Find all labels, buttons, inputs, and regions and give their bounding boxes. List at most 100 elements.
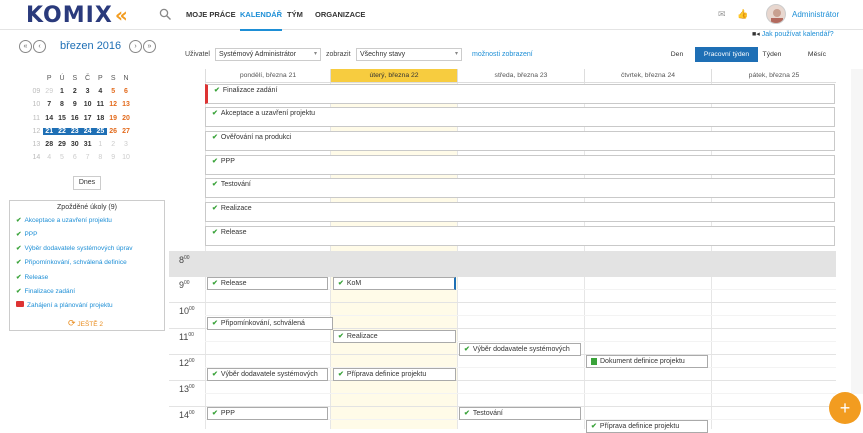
allday-event[interactable]: ✔ PPP	[205, 155, 835, 175]
mini-day[interactable]: 4	[43, 154, 56, 161]
mini-day[interactable]: 4	[94, 88, 107, 95]
mini-day[interactable]: 18	[94, 115, 107, 122]
mini-day[interactable]: 9	[68, 101, 81, 108]
mini-day[interactable]: 6	[120, 88, 133, 95]
timed-event[interactable]: ✔ Výběr dodavatele systémových	[459, 343, 581, 356]
timed-event[interactable]: Dokument definice projektu	[586, 355, 708, 368]
late-task-item[interactable]: ✔ Release	[16, 273, 48, 281]
mini-day[interactable]: 21	[42, 127, 56, 135]
late-task-item[interactable]: ✔ Finalizace zadání	[16, 287, 75, 295]
mini-day[interactable]: 7	[43, 101, 56, 108]
mini-day[interactable]: 27	[120, 128, 133, 135]
mini-day[interactable]: 1	[56, 88, 69, 95]
mini-day[interactable]: 3	[120, 141, 133, 148]
timed-event[interactable]: ✔ KoM	[333, 277, 456, 290]
day-header-today[interactable]: úterý, března 22	[330, 69, 457, 83]
mini-day[interactable]: 14	[43, 115, 56, 122]
view-options-link[interactable]: možnosti zobrazení	[472, 51, 533, 58]
mini-day[interactable]: 2	[68, 88, 81, 95]
day-header[interactable]: pátek, března 25	[711, 69, 836, 83]
allday-event[interactable]: ✔ Testování	[205, 178, 835, 198]
today-button[interactable]: Dnes	[73, 176, 101, 190]
user-name[interactable]: Administrátor	[792, 10, 839, 19]
mini-day[interactable]: 29	[56, 141, 69, 148]
mini-calendar-week: 09 29 1 2 3 4 5 6	[30, 85, 132, 98]
mini-day[interactable]: 30	[68, 141, 81, 148]
late-task-item[interactable]: ✔ Výběr dodavatele systémových úprav	[16, 244, 132, 252]
view-workweek-button[interactable]: Pracovní týden	[695, 47, 758, 62]
help-link[interactable]: ■◂ Jak používat kalendář?	[752, 30, 834, 38]
late-task-item[interactable]: ✔ Akceptace a uzavření projektu	[16, 216, 112, 224]
next-month-button[interactable]: ›	[129, 40, 142, 53]
mini-day[interactable]: 12	[107, 101, 120, 108]
mini-day[interactable]: 31	[81, 141, 94, 148]
mini-day[interactable]: 28	[43, 141, 56, 148]
search-icon[interactable]	[159, 8, 172, 21]
mini-day[interactable]: 2	[107, 141, 120, 148]
mini-day[interactable]: 26	[107, 128, 120, 135]
mini-day[interactable]: 19	[107, 115, 120, 122]
nav-organization[interactable]: ORGANIZACE	[315, 10, 365, 19]
day-header[interactable]: pondělí, března 21	[205, 69, 330, 83]
mini-day[interactable]: 16	[68, 115, 81, 122]
mini-day[interactable]: 5	[107, 88, 120, 95]
nav-my-work[interactable]: MOJE PRÁCE	[186, 10, 236, 19]
avatar[interactable]	[766, 4, 786, 24]
thumbs-up-icon[interactable]: 👍	[737, 9, 748, 20]
timed-event[interactable]: ✔ Testování	[459, 407, 581, 420]
prev-month-button[interactable]: ‹	[33, 40, 46, 53]
prev-year-button[interactable]: «	[19, 40, 32, 53]
allday-event[interactable]: ✔ Akceptace a uzavření projektu	[205, 107, 835, 127]
timed-event[interactable]: ✔ Příprava definice projektu	[586, 420, 708, 433]
mini-day[interactable]: 17	[81, 115, 94, 122]
mini-day[interactable]: 10	[81, 101, 94, 108]
allday-event[interactable]: ✔ Ověřování na produkci	[205, 131, 835, 151]
day-header[interactable]: středa, března 23	[457, 69, 584, 83]
day-header[interactable]: čtvrtek, března 24	[584, 69, 711, 83]
timed-event[interactable]: ✔ Připomínkování, schválená	[207, 317, 333, 330]
nav-calendar[interactable]: KALENDÁŘ	[240, 10, 283, 31]
mini-day[interactable]: 5	[56, 154, 69, 161]
next-year-button[interactable]: »	[143, 40, 156, 53]
timed-event[interactable]: ✔ Release	[207, 277, 328, 290]
timed-event[interactable]: ✔ Příprava definice projektu	[333, 368, 456, 381]
mini-day[interactable]: 25	[93, 127, 107, 135]
mini-day[interactable]: 20	[120, 115, 133, 122]
view-week-button[interactable]: Týden	[758, 47, 786, 62]
check-icon: ✔	[16, 288, 22, 295]
allday-event[interactable]: ✔ Realizace	[205, 202, 835, 222]
mini-day[interactable]: 6	[68, 154, 81, 161]
mini-day[interactable]: 10	[120, 154, 133, 161]
timed-event[interactable]: ✔ Výběr dodavatele systémových	[207, 368, 328, 381]
late-task-item[interactable]: ✔ PPP	[16, 230, 37, 238]
allday-event[interactable]: ✔ Finalizace zadání	[205, 84, 835, 104]
timed-event[interactable]: ✔ Realizace	[333, 330, 456, 343]
show-more-button[interactable]: ⟳ JEŠTĚ 2	[68, 318, 103, 329]
mini-day[interactable]: 29	[43, 88, 56, 95]
nav-team[interactable]: TÝM	[287, 10, 303, 19]
mini-day[interactable]: 8	[94, 154, 107, 161]
late-task-item[interactable]: ✔ Připomínkování, schválená definice	[16, 258, 127, 266]
mini-day[interactable]: 23	[68, 127, 82, 135]
view-day-button[interactable]: Den	[660, 47, 694, 62]
mini-day[interactable]: 8	[56, 101, 69, 108]
mini-day[interactable]: 24	[81, 127, 94, 135]
view-month-button[interactable]: Měsíc	[802, 47, 832, 62]
mini-day[interactable]: 15	[56, 115, 69, 122]
scrollbar[interactable]	[851, 69, 863, 394]
mini-day[interactable]: 7	[81, 154, 94, 161]
add-button[interactable]: +	[829, 392, 861, 424]
mini-day[interactable]: 3	[81, 88, 94, 95]
allday-event[interactable]: ✔ Release	[205, 226, 835, 246]
mail-icon[interactable]: ✉	[718, 9, 726, 20]
mini-day[interactable]: 11	[94, 101, 107, 108]
status-select[interactable]: Všechny stavy	[356, 48, 462, 61]
user-select[interactable]: Systémový Administrátor	[215, 48, 321, 61]
mini-day[interactable]: 22	[55, 127, 69, 135]
mini-day[interactable]: 13	[120, 101, 133, 108]
late-task-item[interactable]: Zahájení a plánování projektu	[16, 301, 113, 309]
mini-day[interactable]: 9	[107, 154, 120, 161]
logo[interactable]: KOMIX «	[26, 3, 128, 28]
mini-day[interactable]: 1	[94, 141, 107, 148]
timed-event[interactable]: ✔ PPP	[207, 407, 328, 420]
